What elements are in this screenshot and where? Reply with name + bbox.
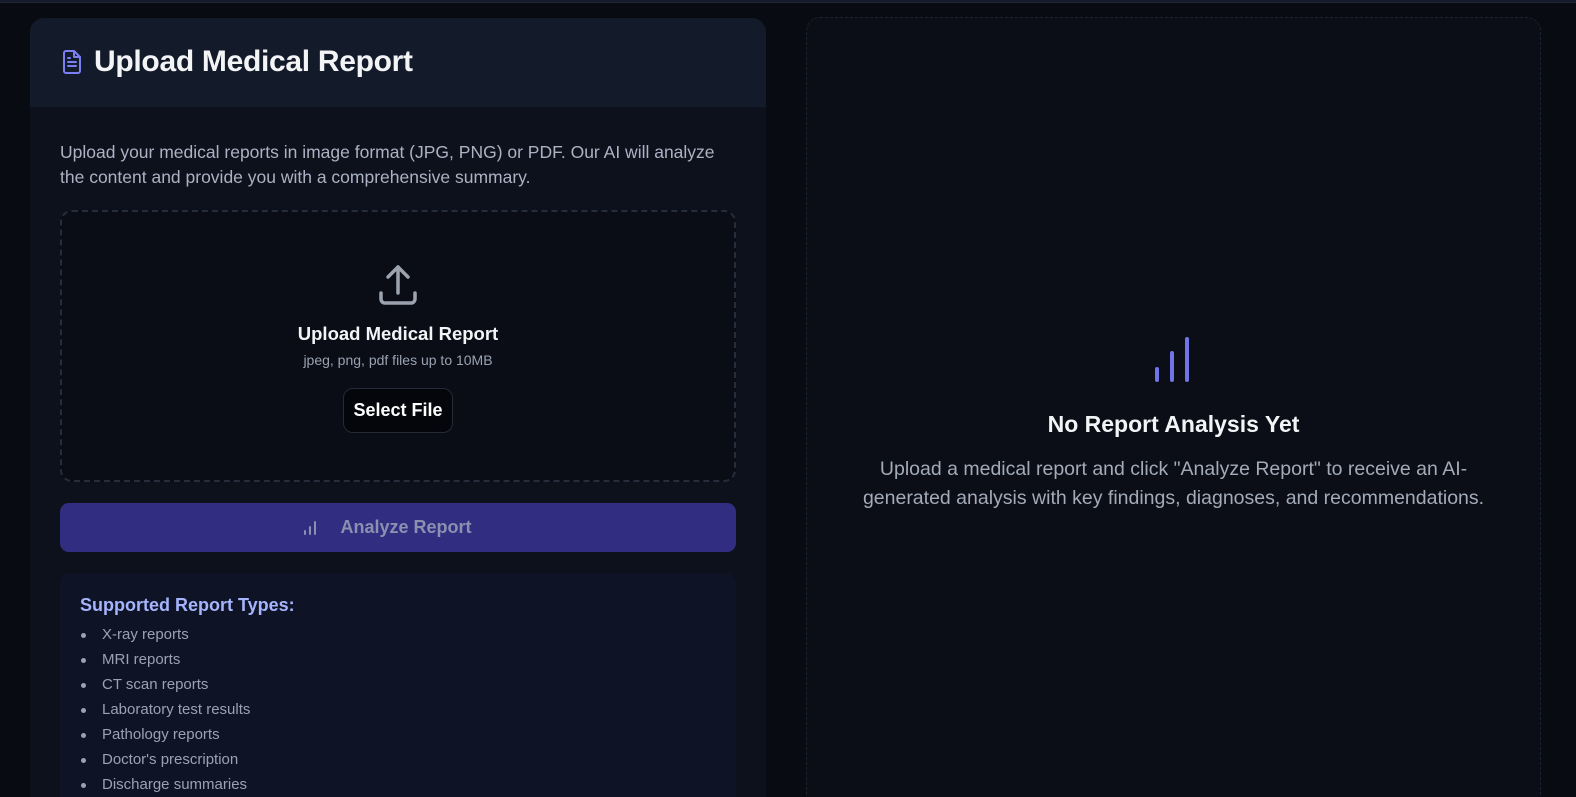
list-item: Laboratory test results — [80, 700, 716, 725]
list-item: Discharge summaries — [80, 775, 716, 797]
analysis-panel: No Report Analysis Yet Upload a medical … — [806, 17, 1541, 797]
bar-chart-icon — [1154, 336, 1194, 384]
document-icon — [60, 49, 84, 75]
list-item: MRI reports — [80, 650, 716, 675]
upload-panel: Upload Medical Report Upload your medica… — [30, 18, 766, 797]
bar-chart-icon — [302, 520, 318, 536]
upload-panel-header: Upload Medical Report — [30, 18, 766, 107]
empty-state-text: Upload a medical report and click "Analy… — [862, 458, 1485, 509]
file-dropzone[interactable]: Upload Medical Report jpeg, png, pdf fil… — [60, 210, 736, 482]
dropzone-subtitle: jpeg, png, pdf files up to 10MB — [303, 352, 493, 368]
select-file-button[interactable]: Select File — [343, 388, 453, 433]
upload-panel-title: Upload Medical Report — [94, 45, 413, 78]
list-item: CT scan reports — [80, 675, 716, 700]
upload-icon — [376, 264, 420, 308]
list-item: X-ray reports — [80, 625, 716, 650]
empty-state-title: No Report Analysis Yet — [1047, 411, 1300, 437]
top-border — [0, 0, 1576, 3]
supported-types-list: X-ray reports MRI reports CT scan report… — [80, 625, 716, 797]
analyze-report-button[interactable]: Analyze Report — [60, 503, 736, 552]
dropzone-title: Upload Medical Report — [297, 323, 499, 344]
analyze-report-label: Analyze Report — [340, 517, 472, 537]
upload-intro-text: Upload your medical reports in image for… — [60, 142, 715, 187]
list-item: Pathology reports — [80, 725, 716, 750]
list-item: Doctor's prescription — [80, 750, 716, 775]
supported-types-box: Supported Report Types: X-ray reports MR… — [60, 573, 736, 797]
supported-types-title: Supported Report Types: — [80, 595, 295, 615]
